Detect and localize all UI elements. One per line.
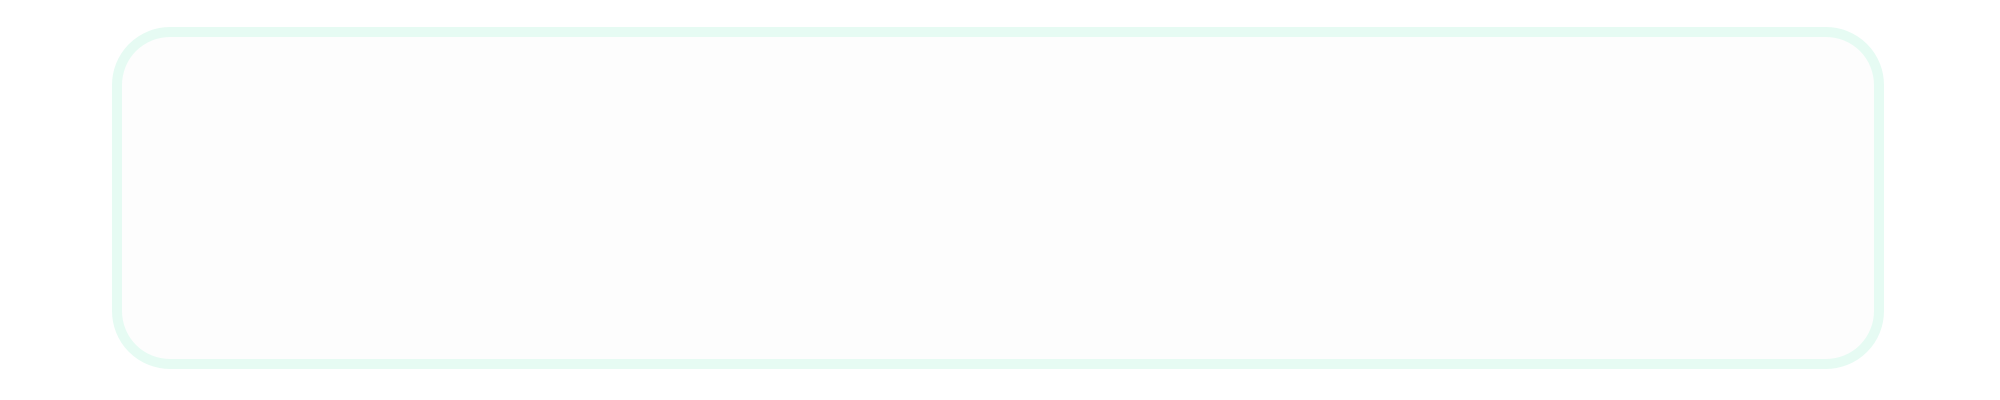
page [0, 0, 2000, 400]
empty-card [112, 27, 1884, 369]
